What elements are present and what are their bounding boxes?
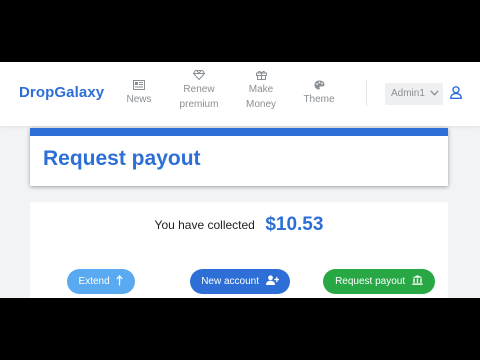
new-account-button[interactable]: New account	[190, 269, 290, 294]
extend-button-label: Extend	[78, 276, 110, 287]
nav-item-label-line1: Make	[248, 84, 274, 95]
user-icon[interactable]	[450, 86, 462, 99]
brand-logo[interactable]: DropGalaxy	[19, 84, 104, 101]
nav-item-renew-premium[interactable]: Renew premium	[176, 70, 222, 112]
new-account-button-label: New account	[201, 276, 260, 287]
page-title: Request payout	[43, 147, 201, 170]
page-title-card: Request payout	[30, 128, 448, 186]
app-viewport: DropGalaxy News Renew premium Make Money…	[0, 62, 480, 298]
nav-item-label-line1: Renew	[183, 84, 215, 95]
nav-item-label-line2: premium	[179, 99, 219, 110]
collected-amount: $10.53	[265, 214, 324, 235]
bank-icon	[412, 275, 423, 286]
nav-item-news[interactable]: News	[124, 80, 154, 107]
nav-item-make-money[interactable]: Make Money	[242, 70, 280, 112]
chevron-down-icon	[430, 90, 439, 96]
account-dropdown[interactable]: Admin1	[385, 83, 443, 105]
account-name: Admin1	[391, 88, 425, 99]
gift-icon	[255, 70, 267, 80]
long-arrow-up-icon	[116, 274, 124, 286]
user-plus-icon	[265, 275, 279, 286]
nav-item-label: Theme	[303, 94, 335, 105]
nav-divider	[366, 80, 367, 106]
request-payout-button[interactable]: Request payout	[323, 269, 435, 294]
newspaper-icon	[133, 80, 145, 90]
nav-item-label-line2: Money	[245, 99, 276, 110]
collected-label: You have collected	[154, 218, 255, 232]
payout-card: You have collected $10.53 Extend New acc…	[30, 202, 448, 298]
top-navbar: DropGalaxy News Renew premium Make Money…	[0, 62, 480, 126]
request-payout-button-label: Request payout	[335, 276, 406, 287]
nav-item-theme[interactable]: Theme	[300, 80, 338, 107]
palette-icon	[314, 80, 324, 90]
nav-item-label: News	[126, 94, 152, 105]
collected-summary: You have collected $10.53	[30, 214, 448, 236]
extend-button[interactable]: Extend	[67, 269, 135, 294]
diamond-icon	[193, 70, 205, 80]
